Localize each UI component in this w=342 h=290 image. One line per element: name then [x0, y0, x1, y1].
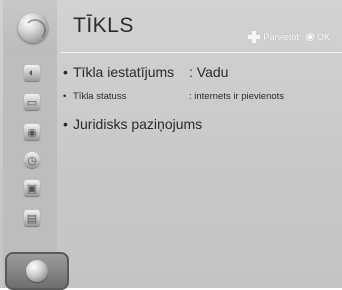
header-divider: [60, 52, 342, 53]
sidebar-item-network[interactable]: [5, 252, 69, 290]
bullet-icon: •: [63, 116, 68, 132]
picture-icon: ◐: [24, 65, 40, 81]
sidebar-item-sound[interactable]: ◉: [9, 117, 55, 147]
dpad-icon: [248, 31, 261, 43]
clock-icon: ◷: [24, 152, 40, 168]
menu-item-legal-notice[interactable]: • Juridisks paziņojums: [63, 116, 202, 132]
page-title: TĪKLS: [73, 14, 134, 37]
network-globe-icon: [18, 13, 48, 43]
screen-icon: ▭: [24, 94, 40, 110]
hint-move-label: Pārvietot: [263, 32, 299, 42]
menu-item-value: : internets ir pievienots: [189, 91, 285, 102]
ok-button-icon: [305, 33, 314, 41]
menu-item-label: Juridisks paziņojums: [73, 116, 203, 132]
bullet-icon: •: [63, 91, 67, 102]
tv-settings-screen: ◐ ▭ ◉ ◷ ▣ ▤ TĪKLS Pārvietot OK • Tīkla ie…: [0, 0, 342, 290]
sidebar-item-picture[interactable]: ◐: [9, 58, 55, 88]
sidebar-header: [3, 0, 57, 52]
speaker-icon: ◉: [24, 124, 40, 140]
sidebar-item-options[interactable]: ▤: [9, 203, 55, 233]
hint-ok-label: OK: [316, 32, 330, 42]
lock-icon: ▣: [24, 180, 40, 196]
menu-item-label: Tīkla statuss: [73, 91, 127, 102]
menu-item-network-setting[interactable]: • Tīkla iestatījums : Vadu: [63, 64, 228, 80]
navigation-hint: Pārvietot OK: [248, 31, 330, 43]
options-icon: ▤: [24, 210, 40, 226]
menu-item-value: : Vadu: [189, 64, 229, 80]
sidebar-item-lock[interactable]: ▣: [9, 173, 55, 203]
network-globe-icon: [26, 260, 48, 282]
sidebar-item-time[interactable]: ◷: [9, 145, 55, 175]
menu-item-label: Tīkla iestatījums: [73, 64, 175, 80]
sidebar-item-screen[interactable]: ▭: [9, 87, 55, 117]
bullet-icon: •: [63, 64, 68, 80]
menu-item-network-status[interactable]: • Tīkla statuss : internets ir pievienots: [63, 91, 284, 102]
